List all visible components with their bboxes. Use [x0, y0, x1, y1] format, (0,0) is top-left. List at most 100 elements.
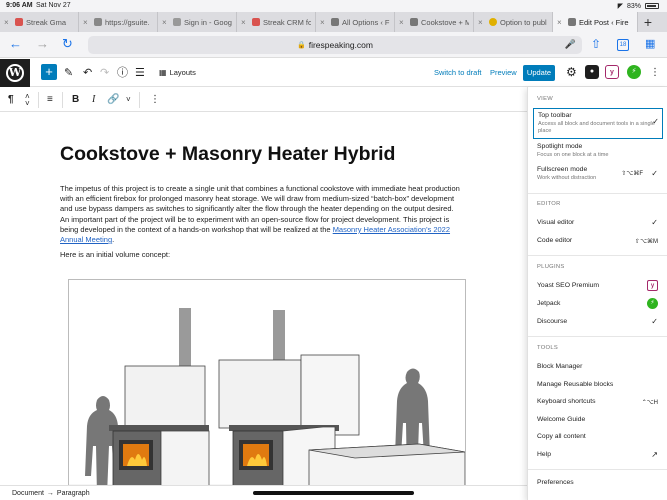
jetpack-option[interactable]: Jetpack ⚡	[537, 298, 661, 309]
paragraph-block[interactable]: Here is an initial volume concept:	[60, 250, 170, 259]
jetpack-icon: ⚡	[647, 298, 658, 309]
settings-gear-icon[interactable]: ⚙	[566, 66, 577, 78]
keyboard-shortcuts-option[interactable]: Keyboard shortcuts ⌃⌥H	[537, 398, 661, 406]
tab-label: Sign in - Goog	[184, 17, 232, 27]
share-icon[interactable]: ⇧	[591, 37, 601, 51]
yoast-label: Yoast SEO Premium	[537, 282, 600, 289]
battery-percent: 83%	[626, 2, 641, 10]
layouts-button[interactable]: ▦ Layouts	[159, 68, 196, 77]
tab-count-button[interactable]: 18	[617, 39, 629, 51]
spotlight-mode-option[interactable]: Spotlight mode Focus on one block at a t…	[537, 143, 661, 159]
visual-editor-label: Visual editor	[537, 219, 575, 226]
breadcrumb-document[interactable]: Document	[12, 490, 44, 497]
undo-icon[interactable]: ↶	[83, 65, 92, 81]
external-link-icon: ↗	[651, 450, 658, 459]
fullscreen-shortcut: ⇧⌥⌘F	[621, 171, 643, 177]
browser-tab[interactable]: × Option to publ	[474, 12, 553, 32]
welcome-guide-option[interactable]: Welcome Guide	[537, 416, 661, 423]
check-icon: ✓	[651, 218, 658, 227]
close-tab-icon[interactable]: ×	[241, 18, 249, 27]
top-toolbar-option[interactable]: Top toolbar Access all block and documen…	[533, 108, 663, 139]
breadcrumb-paragraph[interactable]: Paragraph	[57, 490, 90, 497]
reload-icon[interactable]: ↻	[62, 37, 73, 51]
post-title[interactable]: Cookstove + Masonry Heater Hybrid	[60, 143, 395, 166]
status-time: 9:06 AM	[6, 2, 33, 9]
block-options-icon[interactable]: ⋮	[150, 93, 160, 107]
options-menu-icon[interactable]: ⋮	[650, 65, 660, 81]
close-tab-icon[interactable]: ×	[478, 18, 486, 27]
align-text-icon[interactable]: ≡	[47, 93, 53, 107]
address-bar[interactable]: 🔒 firespeaking.com 🎤	[88, 36, 582, 54]
preview-link[interactable]: Preview	[490, 68, 517, 77]
tab-overview-icon[interactable]: ▦	[645, 37, 655, 51]
menu-divider	[528, 255, 667, 256]
list-view-icon[interactable]: ☰	[135, 65, 145, 81]
browser-tab[interactable]: × Cookstove + M	[395, 12, 474, 32]
forward-icon[interactable]: →	[36, 37, 49, 51]
more-formats-chevron-icon[interactable]: ˅	[126, 93, 131, 107]
close-tab-icon[interactable]: ×	[399, 18, 407, 27]
help-option[interactable]: Help ↗	[537, 450, 661, 459]
close-tab-icon[interactable]: ×	[162, 18, 170, 27]
close-tab-icon[interactable]: ×	[83, 18, 91, 27]
manage-reusable-blocks-option[interactable]: Manage Reusable blocks	[537, 381, 661, 388]
close-tab-icon[interactable]: ×	[320, 18, 328, 27]
code-editor-option[interactable]: Code editor ⇧⌥⌘M	[537, 237, 661, 245]
favicon-icon	[15, 18, 23, 26]
bold-icon[interactable]: B	[72, 93, 79, 107]
favicon-icon	[173, 18, 181, 26]
browser-tab[interactable]: × All Options ‹ F	[316, 12, 395, 32]
jetpack-label: Jetpack	[537, 300, 561, 307]
browser-tab[interactable]: × Streak CRM fo	[237, 12, 316, 32]
new-tab-icon[interactable]: +	[638, 12, 658, 32]
pencil-tool-icon[interactable]: ✎	[64, 65, 73, 81]
block-manager-option[interactable]: Block Manager	[537, 363, 661, 370]
preferences-option[interactable]: Preferences	[537, 479, 661, 486]
back-icon[interactable]: ←	[9, 37, 22, 51]
update-button[interactable]: Update	[523, 65, 555, 81]
add-block-button[interactable]: +	[41, 64, 57, 80]
ios-status-bar: 9:06 AM Sat Nov 27 ◤ 83%	[0, 0, 667, 12]
browser-tab[interactable]: × Streak Gma	[0, 12, 79, 32]
tab-label: Cookstove + M	[421, 17, 469, 27]
favicon-icon	[489, 18, 497, 26]
battery-icon	[645, 3, 659, 9]
status-right: ◤ 83%	[618, 2, 659, 10]
redo-icon[interactable]: ↷	[100, 65, 109, 81]
favicon-icon	[94, 18, 102, 26]
switch-to-draft-link[interactable]: Switch to draft	[434, 68, 482, 77]
yoast-option[interactable]: Yoast SEO Premium y	[537, 280, 661, 291]
yoast-icon: y	[647, 280, 658, 291]
close-tab-icon[interactable]: ×	[557, 18, 565, 27]
keyboard-shortcuts-label: Keyboard shortcuts	[537, 398, 596, 405]
paragraph-block[interactable]: The impetus of this project is to create…	[60, 184, 460, 245]
discourse-option[interactable]: Discourse ✓	[537, 317, 661, 326]
concept-image[interactable]	[68, 279, 466, 485]
heater-render	[69, 308, 465, 485]
browser-tab[interactable]: × https://gsuite.	[79, 12, 158, 32]
url-text: firespeaking.com	[308, 40, 373, 50]
move-up-down-icon[interactable]: ˄ ˅	[25, 93, 30, 108]
discourse-plugin-icon[interactable]: ●	[585, 65, 599, 79]
microphone-icon[interactable]: 🎤	[565, 39, 576, 50]
editor-heading: EDITOR	[537, 201, 561, 207]
italic-icon[interactable]: I	[92, 93, 95, 107]
fullscreen-mode-option[interactable]: Fullscreen mode Work without distraction…	[537, 166, 661, 182]
tab-label: Edit Post ‹ Fire	[579, 17, 629, 27]
discourse-label: Discourse	[537, 318, 568, 325]
copy-all-content-option[interactable]: Copy all content	[537, 433, 661, 440]
jetpack-plugin-icon[interactable]: ⚡	[627, 65, 641, 79]
details-info-icon[interactable]: ⓘ	[117, 65, 128, 81]
favicon-icon	[568, 18, 576, 26]
browser-tab[interactable]: × Sign in - Goog	[158, 12, 237, 32]
visual-editor-option[interactable]: Visual editor ✓	[537, 218, 661, 227]
close-tab-icon[interactable]: ×	[4, 18, 12, 27]
link-icon[interactable]: 🔗	[107, 93, 119, 107]
toolbar-divider	[38, 92, 39, 108]
yoast-plugin-icon[interactable]: y	[605, 65, 619, 79]
code-editor-shortcut: ⇧⌥⌘M	[635, 239, 658, 245]
browser-tab-active[interactable]: × Edit Post ‹ Fire	[553, 12, 638, 32]
wordpress-logo[interactable]: W	[0, 59, 30, 87]
paragraph-block-icon[interactable]: ¶	[8, 93, 14, 107]
tab-label: Streak CRM fo	[263, 17, 311, 27]
